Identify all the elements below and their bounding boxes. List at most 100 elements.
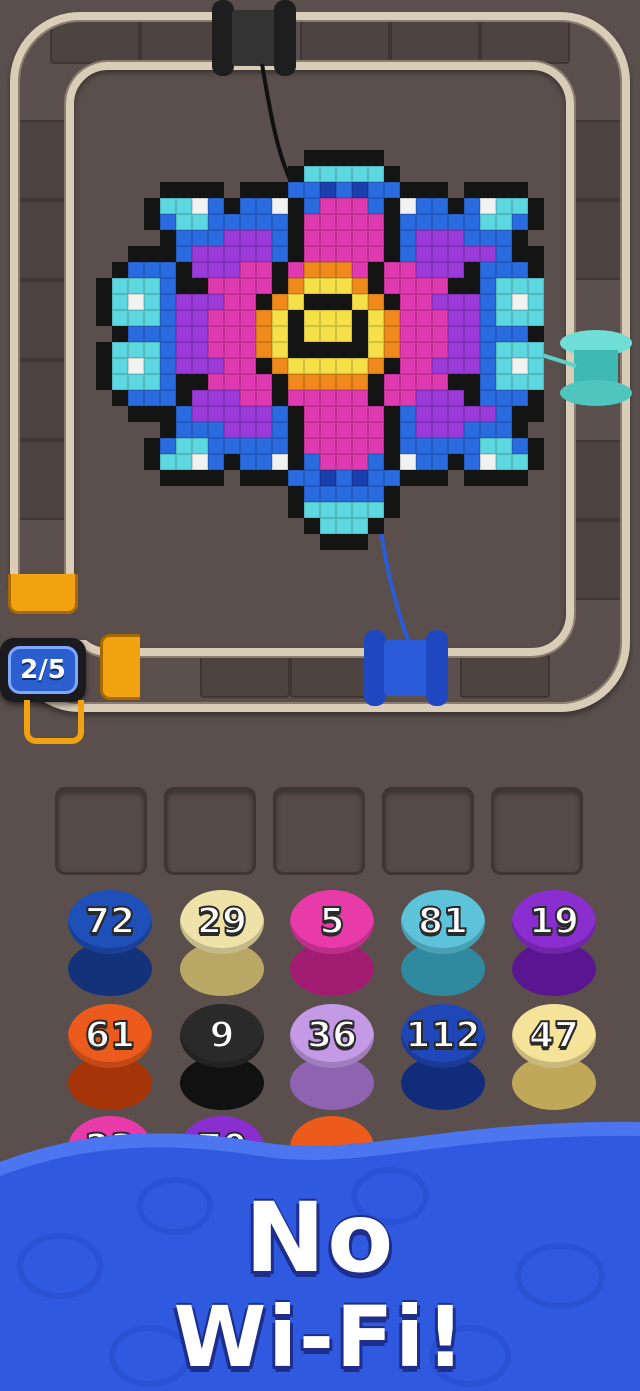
stitch-pixel	[96, 390, 112, 406]
spool[interactable]: 36	[290, 1004, 374, 1116]
stitch-pixel	[224, 486, 240, 502]
stitch-pixel	[208, 422, 224, 438]
stitch-pixel	[128, 310, 144, 326]
spool[interactable]: 61	[68, 1004, 152, 1116]
stitch-pixel	[480, 358, 496, 374]
empty-slot[interactable]	[382, 787, 474, 875]
stitch-pixel	[176, 454, 192, 470]
stitch-pixel	[192, 150, 208, 166]
stitch-pixel	[160, 150, 176, 166]
stitch-pixel	[496, 454, 512, 470]
stitch-pixel	[480, 502, 496, 518]
stitch-pixel	[384, 294, 400, 310]
spool[interactable]: 112	[401, 1004, 485, 1116]
stitch-pixel	[224, 406, 240, 422]
stitch-pixel	[512, 150, 528, 166]
spool[interactable]: 47	[512, 1004, 596, 1116]
spool[interactable]: 72	[68, 890, 152, 1002]
stitch-pixel	[112, 278, 128, 294]
stitch-pixel	[272, 550, 288, 566]
stitch-pixel	[144, 518, 160, 534]
stitch-pixel	[464, 230, 480, 246]
spool[interactable]: 29	[180, 890, 264, 1002]
stitch-pixel	[160, 262, 176, 278]
spool[interactable]: 19	[512, 890, 596, 1002]
stitch-pixel	[416, 182, 432, 198]
stitch-pixel	[144, 214, 160, 230]
stitch-pixel	[400, 438, 416, 454]
stitch-pixel	[432, 150, 448, 166]
stitch-pixel	[496, 534, 512, 550]
stitch-pixel	[304, 518, 320, 534]
stitch-pixel	[112, 374, 128, 390]
stitch-pixel	[176, 534, 192, 550]
stitch-pixel	[128, 150, 144, 166]
stitch-pixel	[304, 406, 320, 422]
stitch-pixel	[224, 310, 240, 326]
spool[interactable]: 81	[401, 890, 485, 1002]
stitch-pixel	[464, 374, 480, 390]
stitch-pixel	[112, 486, 128, 502]
stitch-pixel	[224, 518, 240, 534]
stitch-pixel	[240, 390, 256, 406]
banner-title: No	[244, 1182, 396, 1294]
cross-stitch-pattern	[96, 150, 544, 566]
stitch-pixel	[320, 470, 336, 486]
stitch-pixel	[480, 150, 496, 166]
stitch-pixel	[112, 502, 128, 518]
empty-slot[interactable]	[273, 787, 365, 875]
stitch-pixel	[448, 166, 464, 182]
stitch-pixel	[320, 518, 336, 534]
spool-count: 61	[84, 1014, 136, 1057]
stitch-pixel	[96, 278, 112, 294]
stitch-pixel	[384, 374, 400, 390]
stitch-pixel	[352, 518, 368, 534]
stitch-pixel	[320, 422, 336, 438]
stitch-pixel	[144, 550, 160, 566]
stitch-pixel	[336, 438, 352, 454]
stitch-pixel	[128, 502, 144, 518]
stitch-pixel	[224, 470, 240, 486]
stitch-pixel	[304, 422, 320, 438]
stitch-pixel	[224, 278, 240, 294]
stitch-pixel	[512, 502, 528, 518]
stitch-pixel	[240, 438, 256, 454]
stitch-pixel	[304, 278, 320, 294]
empty-slot[interactable]	[491, 787, 583, 875]
empty-slot[interactable]	[164, 787, 256, 875]
stitch-pixel	[336, 518, 352, 534]
stitch-pixel	[224, 422, 240, 438]
stitch-pixel	[400, 374, 416, 390]
stitch-pixel	[208, 550, 224, 566]
stitch-pixel	[144, 422, 160, 438]
stitch-pixel	[176, 406, 192, 422]
stitch-pixel	[368, 390, 384, 406]
stitch-pixel	[384, 470, 400, 486]
stitch-pixel	[96, 262, 112, 278]
stitch-pixel	[144, 358, 160, 374]
stitch-pixel	[288, 454, 304, 470]
stitch-pixel	[320, 326, 336, 342]
stitch-pixel	[368, 502, 384, 518]
stitch-pixel	[416, 342, 432, 358]
stitch-pixel	[288, 518, 304, 534]
spool[interactable]: 5	[290, 890, 374, 1002]
stitch-pixel	[448, 470, 464, 486]
stitch-pixel	[112, 342, 128, 358]
stitch-pixel	[208, 374, 224, 390]
stitch-pixel	[352, 374, 368, 390]
stitch-pixel	[304, 214, 320, 230]
stitch-pixel	[272, 438, 288, 454]
empty-slot[interactable]	[55, 787, 147, 875]
stitch-pixel	[400, 470, 416, 486]
stitch-pixel	[448, 358, 464, 374]
stitch-pixel	[112, 198, 128, 214]
stitch-pixel	[160, 550, 176, 566]
stitch-pixel	[256, 534, 272, 550]
stitch-pixel	[528, 534, 544, 550]
stitch-pixel	[432, 502, 448, 518]
stitch-pixel	[144, 486, 160, 502]
spool[interactable]: 9	[180, 1004, 264, 1116]
stitch-pixel	[240, 406, 256, 422]
stitch-pixel	[432, 550, 448, 566]
